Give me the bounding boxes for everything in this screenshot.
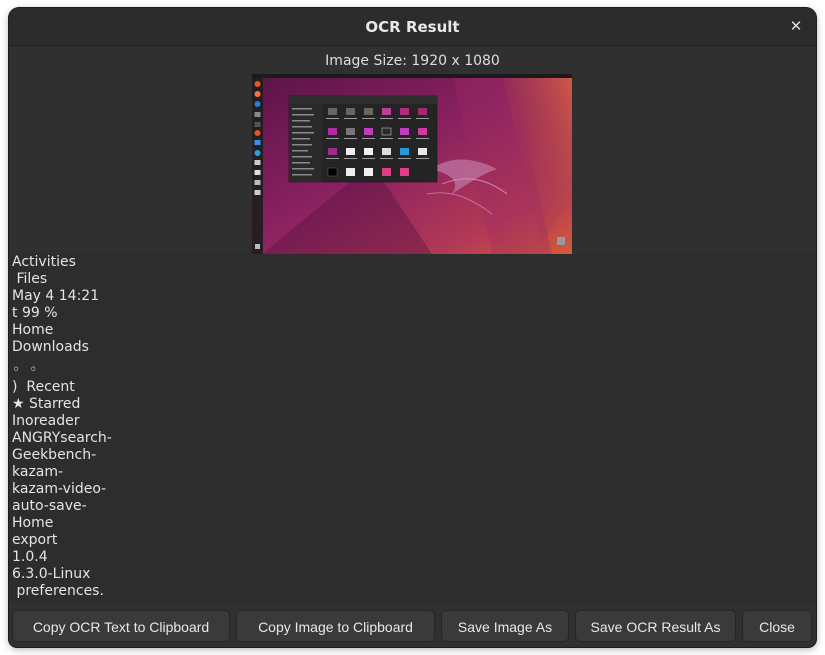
ocr-text-line: export [12, 532, 58, 548]
ocr-text-line: Activities [12, 254, 76, 270]
close-button[interactable]: Close [742, 610, 812, 642]
title-bar: OCR Result ✕ [9, 8, 816, 46]
ocr-text-line: May 4 14:21 [12, 288, 100, 304]
desktop-thumbnail [252, 74, 572, 254]
screenshot-preview [252, 74, 572, 254]
ocr-text-view[interactable]: Activities Files May 4 14:21 t 99 % Home Dow… [9, 254, 816, 602]
ocr-text-line: Inoreader [12, 413, 80, 429]
ocr-text-line: ) Recent [12, 379, 75, 395]
copy-image-button[interactable]: Copy Image to Clipboard [236, 610, 435, 642]
ocr-text-line: auto-save- [12, 498, 87, 514]
save-ocr-result-button[interactable]: Save OCR Result As [575, 610, 736, 642]
ocr-text-line: 6.3.0-Linux [12, 566, 91, 582]
image-size-label: Image Size: 1920 x 1080 [325, 53, 500, 69]
ocr-text-line: Home [12, 322, 54, 338]
ocr-text-line: Files [12, 271, 48, 287]
button-bar: Copy OCR Text to Clipboard Copy Image to… [9, 603, 816, 647]
save-image-button[interactable]: Save Image As [441, 610, 569, 642]
ocr-result-dialog: OCR Result ✕ Image Size: 1920 x 1080 Act… [9, 8, 816, 647]
ocr-text-line: Downloads [12, 339, 89, 355]
ocr-text-line: 1.0.4 [12, 549, 48, 565]
ocr-text-line: kazam- [12, 464, 64, 480]
copy-ocr-text-button[interactable]: Copy OCR Text to Clipboard [12, 610, 230, 642]
ocr-text-line: t 99 % [12, 305, 58, 321]
ocr-text-line: kazam-video- [12, 481, 107, 497]
ocr-text-line: Home [12, 515, 54, 531]
ocr-text-line: ◦ ◦ [12, 362, 38, 378]
ocr-text-line: ★ Starred [12, 396, 81, 412]
ocr-text-line: preferences. [12, 583, 104, 599]
close-icon[interactable]: ✕ [787, 17, 805, 35]
dialog-title: OCR Result [365, 18, 460, 36]
ocr-text-line: ANGRYsearch- [12, 430, 112, 446]
ocr-text-line: Geekbench- [12, 447, 97, 463]
